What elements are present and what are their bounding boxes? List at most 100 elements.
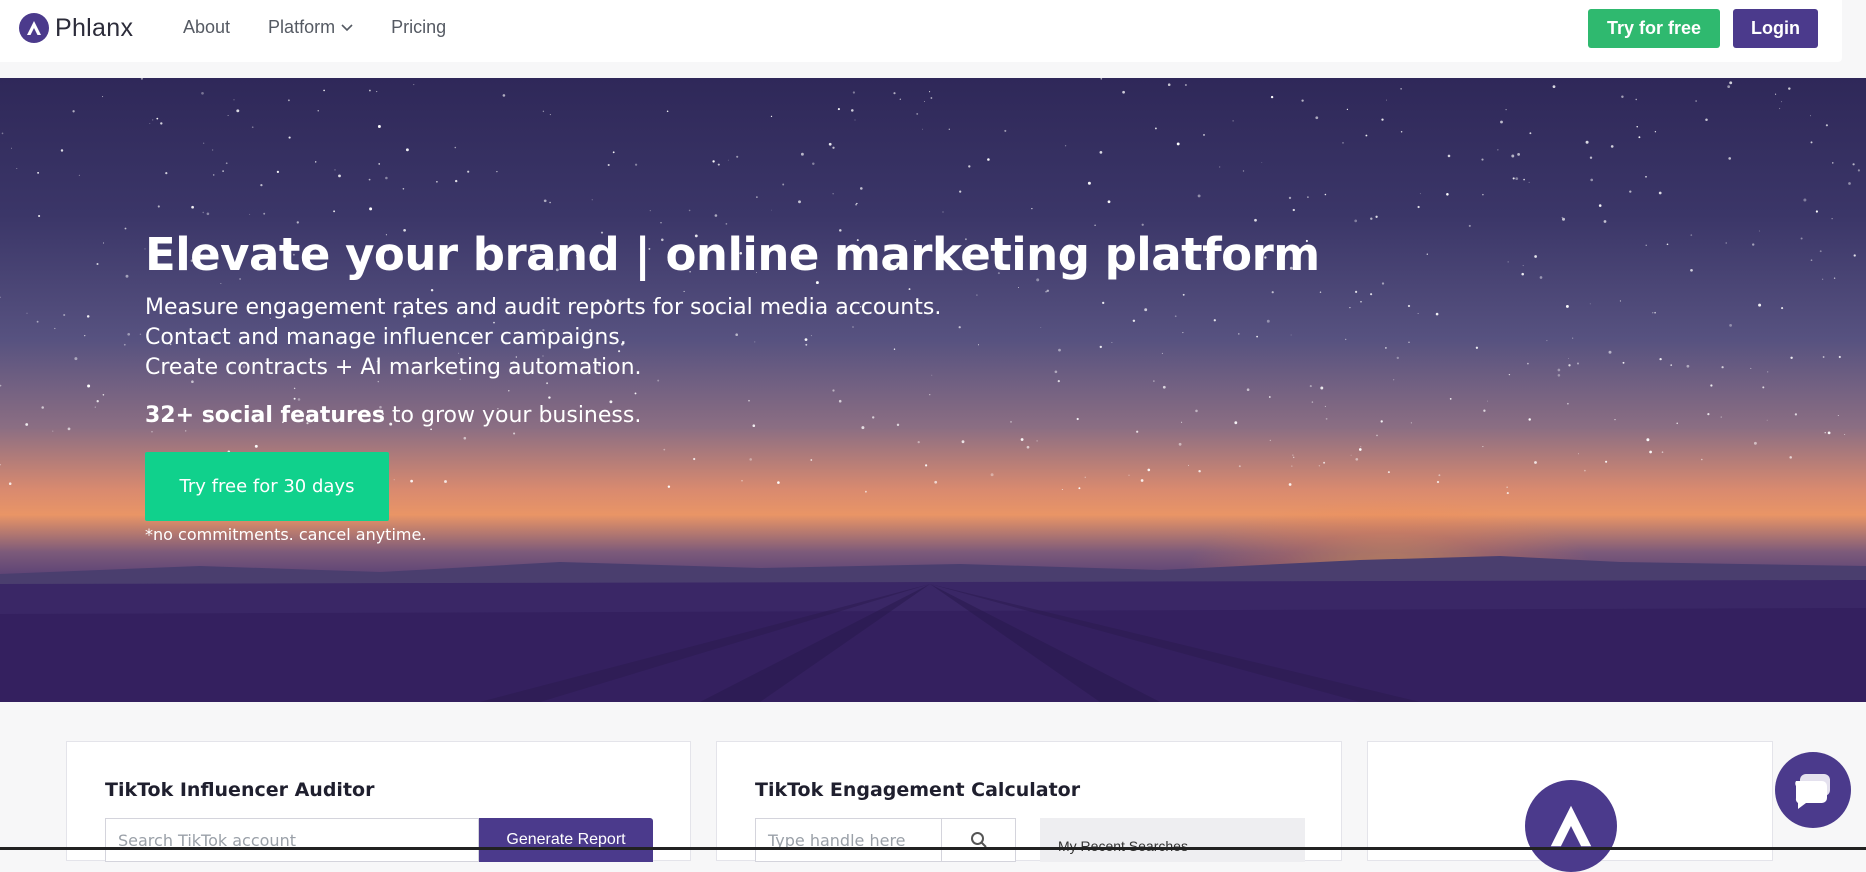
star <box>1853 254 1856 257</box>
star <box>1590 178 1594 182</box>
star <box>1824 432 1826 434</box>
star <box>1254 218 1257 222</box>
star <box>1821 278 1824 280</box>
star <box>1376 434 1378 437</box>
star <box>1649 450 1652 454</box>
star <box>125 274 129 278</box>
star <box>1686 364 1690 368</box>
star <box>225 162 228 165</box>
star <box>855 203 858 206</box>
star <box>1561 216 1563 219</box>
star <box>1346 108 1349 111</box>
star <box>1690 268 1693 272</box>
chat-bubble-icon <box>1795 774 1830 809</box>
try-for-free-button[interactable]: Try for free <box>1588 9 1720 48</box>
star <box>1585 140 1589 144</box>
star <box>1567 402 1569 405</box>
star <box>1670 364 1673 366</box>
nav-pricing-link[interactable]: Pricing <box>391 17 446 38</box>
star <box>94 406 96 408</box>
nav-about-link[interactable]: About <box>183 17 230 38</box>
star <box>127 332 131 336</box>
star <box>1610 145 1614 148</box>
star <box>496 170 498 173</box>
features-rest: to grow your business. <box>384 403 642 428</box>
star <box>1342 142 1344 144</box>
star <box>1832 162 1834 164</box>
star <box>1370 293 1373 296</box>
star <box>798 200 801 204</box>
tiktok-auditor-card: TikTok Influencer Auditor Search TikTok … <box>66 741 691 862</box>
star <box>323 89 325 92</box>
star <box>249 213 251 215</box>
star <box>1 132 4 135</box>
handle-input[interactable]: Type handle here <box>755 818 942 862</box>
star <box>1557 374 1561 377</box>
star <box>1505 108 1507 111</box>
star <box>1323 461 1326 464</box>
star <box>1827 431 1831 435</box>
star <box>1584 469 1586 472</box>
star <box>402 188 405 190</box>
star <box>1572 337 1574 339</box>
star <box>201 91 204 95</box>
star <box>1758 303 1762 307</box>
star <box>1122 90 1125 94</box>
star <box>1355 290 1358 293</box>
star <box>549 114 551 116</box>
chat-widget-button[interactable] <box>1775 752 1851 828</box>
login-button[interactable]: Login <box>1733 9 1818 48</box>
star <box>26 312 28 314</box>
star <box>1589 303 1591 305</box>
star <box>1790 356 1793 360</box>
star <box>287 99 290 102</box>
star <box>1511 154 1515 158</box>
star <box>1522 265 1524 267</box>
star <box>165 172 168 175</box>
star <box>1154 127 1157 130</box>
star <box>1365 134 1368 137</box>
star <box>333 210 336 213</box>
star <box>1800 237 1803 240</box>
star <box>1320 386 1324 390</box>
star <box>78 174 81 177</box>
star <box>1064 145 1067 147</box>
logo[interactable]: Phlanx <box>19 13 133 43</box>
generate-report-button[interactable]: Generate Report <box>479 818 653 862</box>
star <box>41 406 44 409</box>
star <box>203 142 205 144</box>
star <box>725 223 728 225</box>
search-button[interactable] <box>941 818 1016 862</box>
star <box>233 99 235 101</box>
tiktok-account-search-input[interactable]: Search TikTok account <box>105 818 479 862</box>
star <box>929 91 931 93</box>
nav-platform-dropdown[interactable]: Platform <box>268 17 353 38</box>
star <box>1349 306 1351 309</box>
star <box>688 209 691 212</box>
star <box>1562 217 1565 221</box>
star <box>385 176 388 180</box>
star <box>11 147 12 149</box>
star <box>712 160 715 163</box>
recent-searches-panel: My Recent Searches <box>1040 818 1305 862</box>
star <box>649 210 651 212</box>
star <box>837 108 840 111</box>
star <box>1635 98 1637 101</box>
star <box>227 115 229 116</box>
star <box>1720 416 1722 418</box>
star <box>1762 386 1765 389</box>
star <box>1435 312 1439 316</box>
star <box>369 207 373 211</box>
star <box>149 123 151 124</box>
star <box>206 212 210 216</box>
star <box>1766 419 1768 421</box>
star <box>60 149 64 152</box>
try-free-30-days-button[interactable]: Try free for 30 days <box>145 452 389 521</box>
star <box>1487 400 1488 402</box>
star <box>87 384 91 388</box>
star <box>25 423 29 426</box>
recent-searches-label: My Recent Searches <box>1058 838 1188 854</box>
star <box>338 174 341 178</box>
star <box>1857 169 1860 172</box>
star <box>139 333 142 336</box>
